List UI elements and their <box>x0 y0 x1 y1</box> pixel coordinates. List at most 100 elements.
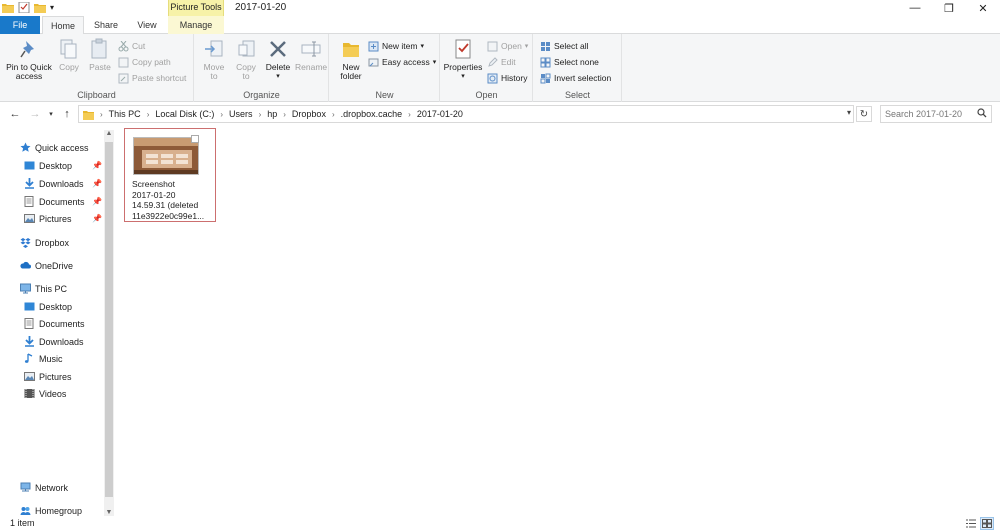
nav-pc-desktop[interactable]: Desktop <box>24 299 72 314</box>
organize-label: Organize <box>243 90 280 100</box>
breadcrumb-separator-icon[interactable]: › <box>283 110 286 119</box>
delete-x-icon <box>270 41 286 57</box>
status-bar: 1 item <box>0 516 1000 532</box>
pin-icon: 📌 <box>92 214 102 223</box>
nav-scrollbar-thumb[interactable] <box>105 142 113 497</box>
pictures-icon <box>24 214 35 223</box>
nav-pc-downloads[interactable]: Downloads <box>24 334 84 349</box>
close-button[interactable]: ✕ <box>966 0 1000 16</box>
ribbon-tabs: File Home Share View Manage <box>0 16 1000 35</box>
scroll-up-icon[interactable]: ▲ <box>104 130 114 137</box>
paste-shortcut-button[interactable]: Paste shortcut <box>118 71 186 85</box>
breadcrumb-current-folder[interactable]: 2017-01-20 <box>417 109 463 119</box>
new-folder-button[interactable]: New folder <box>334 38 368 81</box>
open-button[interactable]: Open ▾ <box>487 39 528 53</box>
pin-to-quick-access-button[interactable]: Pin to Quick access <box>4 38 54 81</box>
breadcrumb-separator-icon[interactable]: › <box>147 110 150 119</box>
qat-customize-icon[interactable]: ▾ <box>50 3 54 12</box>
scroll-down-icon[interactable]: ▼ <box>104 509 114 516</box>
delete-button[interactable]: Delete ▾ <box>263 38 293 81</box>
nav-qa-pictures[interactable]: Pictures <box>24 211 72 226</box>
cut-button[interactable]: Cut <box>118 39 145 53</box>
new-item-button[interactable]: New item ▾ <box>368 39 424 53</box>
new-label: New <box>375 90 394 100</box>
new-folder-icon <box>343 43 359 57</box>
breadcrumb-separator-icon[interactable]: › <box>220 110 223 119</box>
back-button[interactable]: ← <box>8 107 22 121</box>
star-icon <box>20 142 31 152</box>
select-label: Select <box>564 90 590 100</box>
screenshot-thumbnail <box>133 137 199 175</box>
breadcrumb-dropbox-cache[interactable]: .dropbox.cache <box>341 109 403 119</box>
invert-selection-icon <box>540 73 551 83</box>
rename-button[interactable]: Rename <box>295 38 327 72</box>
nav-pc-documents[interactable]: Documents <box>24 316 85 331</box>
downloads-icon <box>25 336 34 347</box>
nav-pc-music[interactable]: Music <box>24 351 63 366</box>
nav-quick-access[interactable]: Quick access <box>20 140 89 155</box>
minimize-button[interactable]: — <box>898 0 932 16</box>
properties-icon[interactable] <box>18 2 30 13</box>
select-all-button[interactable]: Select all <box>540 39 589 53</box>
breadcrumb-separator-icon[interactable]: › <box>332 110 335 119</box>
forward-button[interactable]: → <box>28 107 42 121</box>
select-none-button[interactable]: Select none <box>540 55 599 69</box>
breadcrumb-local-disk[interactable]: Local Disk (C:) <box>155 109 214 119</box>
select-all-icon <box>541 41 550 51</box>
breadcrumb-this-pc[interactable]: This PC <box>109 109 141 119</box>
image-thumbnail-icon <box>134 138 198 174</box>
search-input[interactable]: Search 2017-01-20 <box>880 105 992 123</box>
restore-button[interactable]: ❐ <box>932 0 966 16</box>
window-title: 2017-01-20 <box>235 2 287 13</box>
tab-view[interactable]: View <box>127 16 167 34</box>
move-to-icon <box>205 40 223 57</box>
tab-manage[interactable]: Manage <box>168 16 224 34</box>
nav-scrollbar[interactable]: ▲ ▼ <box>104 130 114 516</box>
easy-access-button[interactable]: Easy access ▾ <box>368 55 436 69</box>
tab-share[interactable]: Share <box>86 16 126 34</box>
rename-icon <box>301 41 321 57</box>
item-count: 1 item <box>10 518 35 528</box>
nav-this-pc[interactable]: This PC <box>20 281 67 296</box>
breadcrumb-separator-icon[interactable]: › <box>259 110 262 119</box>
copy-button[interactable]: Copy <box>56 38 82 72</box>
file-item[interactable]: Screenshot 2017-01-20 14.59.31 (deleted … <box>124 128 216 222</box>
breadcrumb-separator-icon[interactable]: › <box>408 110 411 119</box>
pin-icon: 📌 <box>92 197 102 206</box>
nav-network[interactable]: Network <box>20 480 68 495</box>
nav-pc-videos[interactable]: Videos <box>24 386 66 401</box>
address-dropdown-icon[interactable]: ▾ <box>847 108 851 117</box>
pin-icon <box>20 41 34 58</box>
nav-qa-downloads[interactable]: Downloads <box>24 176 84 191</box>
new-item-icon <box>368 41 379 51</box>
refresh-button[interactable]: ↻ <box>856 106 872 122</box>
breadcrumb-hp[interactable]: hp <box>267 109 277 119</box>
up-button[interactable]: ↑ <box>60 107 74 121</box>
invert-selection-button[interactable]: Invert selection <box>540 71 611 85</box>
edit-button[interactable]: Edit <box>487 55 516 69</box>
address-bar[interactable]: › This PC › Local Disk (C:) › Users › hp… <box>78 105 854 123</box>
tab-file[interactable]: File <box>0 16 40 34</box>
recent-locations-button[interactable]: ▾ <box>44 107 58 121</box>
nav-pc-pictures[interactable]: Pictures <box>24 369 72 384</box>
documents-icon <box>24 318 34 329</box>
nav-dropbox[interactable]: Dropbox <box>20 235 69 250</box>
breadcrumb-users[interactable]: Users <box>229 109 253 119</box>
breadcrumb-dropbox[interactable]: Dropbox <box>292 109 326 119</box>
copy-path-button[interactable]: Copy path <box>118 55 171 69</box>
nav-qa-documents[interactable]: Documents <box>24 194 85 209</box>
copy-to-button[interactable]: Copy to <box>231 38 261 81</box>
paste-button[interactable]: Paste <box>86 38 114 72</box>
quick-access-toolbar: ▾ <box>2 2 54 13</box>
tab-home[interactable]: Home <box>42 16 84 35</box>
history-icon <box>487 73 498 83</box>
history-button[interactable]: History <box>487 71 527 85</box>
nav-onedrive[interactable]: OneDrive <box>20 258 73 273</box>
large-icons-view-button[interactable] <box>980 517 994 530</box>
details-view-button[interactable] <box>964 517 978 530</box>
move-to-button[interactable]: Move to <box>199 38 229 81</box>
nav-qa-desktop[interactable]: Desktop <box>24 158 72 173</box>
properties-button[interactable]: Properties ▾ <box>443 38 483 81</box>
item-checkbox[interactable] <box>191 135 199 143</box>
new-folder-icon[interactable] <box>34 2 46 13</box>
